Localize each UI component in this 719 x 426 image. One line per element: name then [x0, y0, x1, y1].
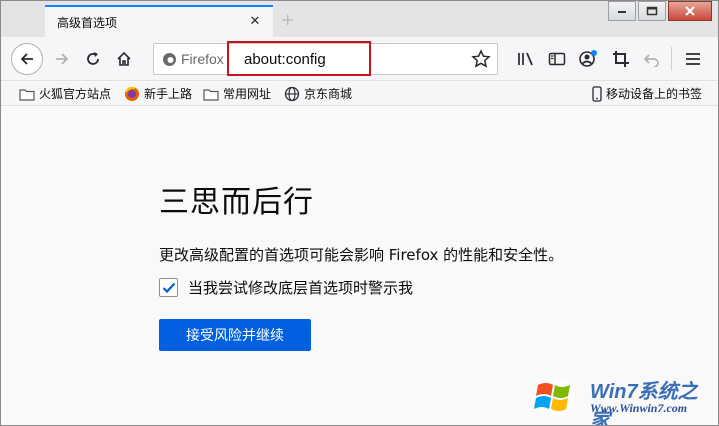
star-icon	[471, 49, 491, 68]
tab-title: 高级首选项	[57, 15, 118, 30]
watermark: Win7系统之家 Www.Winwin7.com	[522, 373, 712, 425]
maximize-icon	[646, 6, 658, 16]
warn-checkbox[interactable]	[159, 278, 178, 297]
browser-window: 高级首选项 ✕ + Firefox about:config 火狐官方站点 新手…	[0, 0, 719, 426]
library-icon	[518, 52, 533, 66]
bookmark-item-getting-started[interactable]: 新手上路	[124, 85, 192, 102]
bookmark-label: 常用网址	[223, 87, 272, 101]
mobile-bookmarks-label: 移动设备上的书签	[605, 87, 702, 101]
tab-strip: 高级首选项 ✕ +	[1, 1, 718, 37]
folder-icon	[19, 88, 35, 101]
library-button[interactable]	[511, 44, 541, 74]
reload-icon	[87, 52, 99, 65]
home-icon	[117, 51, 131, 66]
window-controls	[608, 1, 712, 21]
warning-description: 更改高级配置的首选项可能会影响 Firefox 的性能和安全性。	[159, 246, 564, 264]
bookmark-label: 京东商城	[304, 87, 353, 101]
sidebar-button[interactable]	[542, 44, 572, 74]
globe-icon	[284, 86, 300, 101]
bookmark-item-jd[interactable]: 京东商城	[284, 85, 352, 102]
close-tab-icon[interactable]: ✕	[247, 13, 263, 29]
firefox-icon	[163, 52, 176, 66]
menu-button[interactable]	[678, 44, 708, 74]
identity-label: Firefox	[181, 51, 224, 67]
tab-advanced-preferences[interactable]: 高级首选项 ✕	[45, 5, 273, 37]
bookmark-label: 新手上路	[144, 87, 193, 101]
back-arrow-icon	[20, 53, 33, 65]
firefox-icon	[125, 86, 139, 101]
phone-icon	[592, 85, 602, 102]
account-button[interactable]	[573, 44, 603, 74]
maximize-button[interactable]	[638, 1, 666, 21]
reload-button[interactable]	[78, 44, 108, 74]
undo-arrow-icon	[643, 54, 659, 67]
new-tab-icon[interactable]: +	[281, 10, 294, 29]
accept-risk-button[interactable]: 接受风险并继续	[159, 319, 311, 351]
bookmark-star-button[interactable]	[471, 49, 491, 73]
bookmark-label: 火狐官方站点	[39, 87, 112, 101]
undo-close-button[interactable]	[637, 44, 667, 74]
windows-logo-icon	[534, 377, 574, 417]
checkmark-icon	[162, 282, 175, 293]
mobile-bookmarks[interactable]: 移动设备上的书签	[592, 85, 702, 102]
sidebar-icon	[548, 52, 566, 66]
watermark-url: Www.Winwin7.com	[590, 401, 688, 415]
identity-box[interactable]: Firefox	[162, 51, 224, 67]
home-button[interactable]	[109, 44, 139, 74]
back-button[interactable]	[11, 43, 43, 75]
close-window-button[interactable]	[668, 1, 712, 21]
minimize-icon	[618, 11, 626, 13]
bookmark-item-common-sites[interactable]: 常用网址	[203, 85, 271, 102]
forward-button[interactable]	[47, 44, 77, 74]
minimize-button[interactable]	[608, 1, 636, 21]
url-highlight-box	[227, 41, 371, 76]
close-icon	[685, 6, 695, 16]
account-icon	[579, 50, 597, 67]
warn-checkbox-row[interactable]: 当我尝试修改底层首选项时警示我	[159, 277, 413, 298]
toolbar-divider	[671, 47, 672, 71]
page-title: 三思而后行	[159, 185, 314, 220]
bookmarks-toolbar: 火狐官方站点 新手上路 常用网址 京东商城 移动设备上的书签	[1, 82, 718, 106]
folder-icon	[203, 88, 219, 101]
hamburger-menu-icon	[686, 53, 700, 65]
screenshot-button[interactable]	[606, 44, 636, 74]
crop-icon	[613, 51, 629, 67]
forward-arrow-icon	[56, 53, 69, 65]
bookmark-item-firefox-official[interactable]: 火狐官方站点	[19, 85, 111, 102]
warn-checkbox-label: 当我尝试修改底层首选项时警示我	[188, 279, 414, 297]
